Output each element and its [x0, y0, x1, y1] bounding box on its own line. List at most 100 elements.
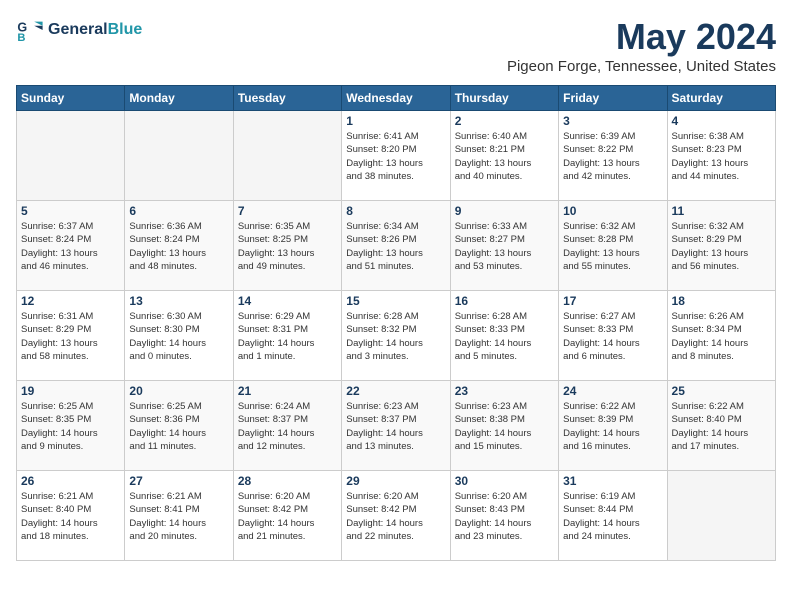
day-number: 24: [563, 384, 662, 398]
week-row-4: 19 Sunrise: 6:25 AM Sunset: 8:35 PM Dayli…: [17, 381, 776, 471]
day-number: 14: [238, 294, 337, 308]
weekday-header-monday: Monday: [125, 86, 233, 111]
day-cell: 20 Sunrise: 6:25 AM Sunset: 8:36 PM Dayli…: [125, 381, 233, 471]
day-number: 7: [238, 204, 337, 218]
day-cell: 21 Sunrise: 6:24 AM Sunset: 8:37 PM Dayli…: [233, 381, 341, 471]
day-info: Sunrise: 6:25 AM Sunset: 8:35 PM Dayligh…: [21, 400, 120, 453]
weekday-header-sunday: Sunday: [17, 86, 125, 111]
day-number: 19: [21, 384, 120, 398]
day-info: Sunrise: 6:20 AM Sunset: 8:42 PM Dayligh…: [238, 490, 337, 543]
day-info: Sunrise: 6:40 AM Sunset: 8:21 PM Dayligh…: [455, 130, 554, 183]
day-number: 31: [563, 474, 662, 488]
day-cell: 16 Sunrise: 6:28 AM Sunset: 8:33 PM Dayli…: [450, 291, 558, 381]
day-info: Sunrise: 6:35 AM Sunset: 8:25 PM Dayligh…: [238, 220, 337, 273]
svg-text:B: B: [17, 32, 25, 44]
day-number: 2: [455, 114, 554, 128]
day-cell: [17, 111, 125, 201]
logo-icon: G B: [16, 16, 44, 44]
week-row-3: 12 Sunrise: 6:31 AM Sunset: 8:29 PM Dayli…: [17, 291, 776, 381]
location: Pigeon Forge, Tennessee, United States: [507, 58, 776, 75]
day-cell: 10 Sunrise: 6:32 AM Sunset: 8:28 PM Dayli…: [559, 201, 667, 291]
weekday-header-saturday: Saturday: [667, 86, 775, 111]
day-number: 29: [346, 474, 445, 488]
day-number: 25: [672, 384, 771, 398]
day-number: 12: [21, 294, 120, 308]
day-number: 1: [346, 114, 445, 128]
weekday-header-friday: Friday: [559, 86, 667, 111]
day-cell: 7 Sunrise: 6:35 AM Sunset: 8:25 PM Daylig…: [233, 201, 341, 291]
day-cell: 13 Sunrise: 6:30 AM Sunset: 8:30 PM Dayli…: [125, 291, 233, 381]
day-number: 26: [21, 474, 120, 488]
day-info: Sunrise: 6:22 AM Sunset: 8:40 PM Dayligh…: [672, 400, 771, 453]
day-info: Sunrise: 6:28 AM Sunset: 8:33 PM Dayligh…: [455, 310, 554, 363]
day-number: 27: [129, 474, 228, 488]
logo-general: General: [48, 21, 108, 38]
day-cell: 2 Sunrise: 6:40 AM Sunset: 8:21 PM Daylig…: [450, 111, 558, 201]
weekday-header-row: SundayMondayTuesdayWednesdayThursdayFrid…: [17, 86, 776, 111]
day-cell: 1 Sunrise: 6:41 AM Sunset: 8:20 PM Daylig…: [342, 111, 450, 201]
day-cell: 24 Sunrise: 6:22 AM Sunset: 8:39 PM Dayli…: [559, 381, 667, 471]
day-info: Sunrise: 6:30 AM Sunset: 8:30 PM Dayligh…: [129, 310, 228, 363]
day-info: Sunrise: 6:21 AM Sunset: 8:40 PM Dayligh…: [21, 490, 120, 543]
day-info: Sunrise: 6:41 AM Sunset: 8:20 PM Dayligh…: [346, 130, 445, 183]
day-number: 13: [129, 294, 228, 308]
day-info: Sunrise: 6:32 AM Sunset: 8:29 PM Dayligh…: [672, 220, 771, 273]
day-cell: [667, 471, 775, 561]
day-cell: 18Sunrise: 6:26 AM Sunset: 8:34 PM Dayli…: [667, 291, 775, 381]
day-info: Sunrise: 6:33 AM Sunset: 8:27 PM Dayligh…: [455, 220, 554, 273]
day-info: Sunrise: 6:36 AM Sunset: 8:24 PM Dayligh…: [129, 220, 228, 273]
day-number: 10: [563, 204, 662, 218]
day-number: 21: [238, 384, 337, 398]
day-cell: 19 Sunrise: 6:25 AM Sunset: 8:35 PM Dayli…: [17, 381, 125, 471]
day-cell: 27 Sunrise: 6:21 AM Sunset: 8:41 PM Dayli…: [125, 471, 233, 561]
day-cell: [233, 111, 341, 201]
day-info: Sunrise: 6:22 AM Sunset: 8:39 PM Dayligh…: [563, 400, 662, 453]
day-number: 3: [563, 114, 662, 128]
day-number: 16: [455, 294, 554, 308]
day-number: 28: [238, 474, 337, 488]
day-cell: 5Sunrise: 6:37 AM Sunset: 8:24 PM Daylig…: [17, 201, 125, 291]
day-info: Sunrise: 6:25 AM Sunset: 8:36 PM Dayligh…: [129, 400, 228, 453]
day-cell: 9 Sunrise: 6:33 AM Sunset: 8:27 PM Daylig…: [450, 201, 558, 291]
day-info: Sunrise: 6:27 AM Sunset: 8:33 PM Dayligh…: [563, 310, 662, 363]
day-cell: 4 Sunrise: 6:38 AM Sunset: 8:23 PM Daylig…: [667, 111, 775, 201]
day-number: 11: [672, 204, 771, 218]
day-number: 8: [346, 204, 445, 218]
day-number: 4: [672, 114, 771, 128]
day-cell: 22Sunrise: 6:23 AM Sunset: 8:37 PM Dayli…: [342, 381, 450, 471]
day-info: Sunrise: 6:31 AM Sunset: 8:29 PM Dayligh…: [21, 310, 120, 363]
day-cell: 8Sunrise: 6:34 AM Sunset: 8:26 PM Daylig…: [342, 201, 450, 291]
day-number: 9: [455, 204, 554, 218]
day-cell: 25 Sunrise: 6:22 AM Sunset: 8:40 PM Dayli…: [667, 381, 775, 471]
day-number: 22: [346, 384, 445, 398]
day-cell: 17 Sunrise: 6:27 AM Sunset: 8:33 PM Dayli…: [559, 291, 667, 381]
day-number: 6: [129, 204, 228, 218]
day-info: Sunrise: 6:39 AM Sunset: 8:22 PM Dayligh…: [563, 130, 662, 183]
logo-blue: Blue: [108, 21, 143, 38]
day-cell: 23Sunrise: 6:23 AM Sunset: 8:38 PM Dayli…: [450, 381, 558, 471]
weekday-header-tuesday: Tuesday: [233, 86, 341, 111]
logo-text-block: GeneralBlue: [48, 21, 142, 39]
day-cell: 26 Sunrise: 6:21 AM Sunset: 8:40 PM Dayli…: [17, 471, 125, 561]
weekday-header-thursday: Thursday: [450, 86, 558, 111]
page-header: G B GeneralBlue May 2024 Pigeon Forge, T…: [16, 16, 776, 75]
month-title: May 2024: [507, 16, 776, 58]
day-info: Sunrise: 6:21 AM Sunset: 8:41 PM Dayligh…: [129, 490, 228, 543]
weekday-header-wednesday: Wednesday: [342, 86, 450, 111]
day-cell: 12 Sunrise: 6:31 AM Sunset: 8:29 PM Dayli…: [17, 291, 125, 381]
day-cell: 11 Sunrise: 6:32 AM Sunset: 8:29 PM Dayli…: [667, 201, 775, 291]
day-cell: 29Sunrise: 6:20 AM Sunset: 8:42 PM Dayli…: [342, 471, 450, 561]
day-info: Sunrise: 6:19 AM Sunset: 8:44 PM Dayligh…: [563, 490, 662, 543]
day-info: Sunrise: 6:32 AM Sunset: 8:28 PM Dayligh…: [563, 220, 662, 273]
day-number: 20: [129, 384, 228, 398]
day-info: Sunrise: 6:38 AM Sunset: 8:23 PM Dayligh…: [672, 130, 771, 183]
day-number: 17: [563, 294, 662, 308]
day-info: Sunrise: 6:26 AM Sunset: 8:34 PM Dayligh…: [672, 310, 771, 363]
title-area: May 2024 Pigeon Forge, Tennessee, United…: [507, 16, 776, 75]
week-row-5: 26 Sunrise: 6:21 AM Sunset: 8:40 PM Dayli…: [17, 471, 776, 561]
week-row-1: 1 Sunrise: 6:41 AM Sunset: 8:20 PM Daylig…: [17, 111, 776, 201]
day-cell: [125, 111, 233, 201]
day-number: 30: [455, 474, 554, 488]
day-info: Sunrise: 6:24 AM Sunset: 8:37 PM Dayligh…: [238, 400, 337, 453]
day-info: Sunrise: 6:37 AM Sunset: 8:24 PM Dayligh…: [21, 220, 120, 273]
